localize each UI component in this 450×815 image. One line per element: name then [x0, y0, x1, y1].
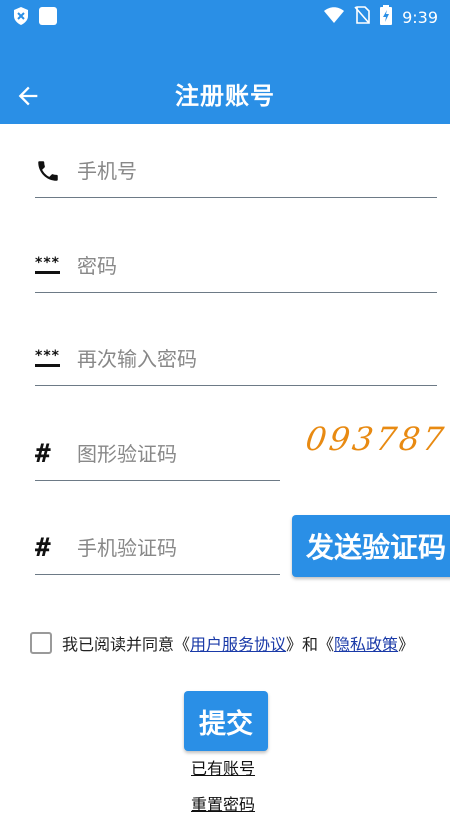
page-title: 注册账号	[175, 82, 275, 110]
confirm-password-input[interactable]	[75, 346, 379, 372]
phone-field	[35, 145, 437, 198]
hash-icon: #	[35, 533, 51, 563]
agreement-row: 我已阅读并同意《 用户服务协议 》和《 隐私政策 》	[30, 631, 414, 655]
agreement-prefix: 我已阅读并同意《	[62, 635, 191, 654]
password-icon: ***	[35, 345, 67, 373]
sms-code-field: #	[35, 522, 280, 575]
privacy-link[interactable]: 隐私政策	[334, 631, 398, 655]
shield-x-icon	[12, 6, 30, 30]
agreement-suffix: 》	[398, 635, 415, 654]
phone-input[interactable]	[75, 158, 379, 184]
phone-icon	[35, 157, 67, 185]
square-icon	[38, 6, 58, 30]
reset-password-link[interactable]: 重置密码	[191, 791, 255, 815]
status-bar: 9:39	[0, 0, 450, 32]
captcha-image[interactable]: 093787	[302, 414, 449, 464]
image-code-field: #	[35, 428, 280, 481]
password-icon: ***	[35, 252, 67, 280]
no-sim-icon	[354, 6, 370, 28]
confirm-password-field: ***	[35, 333, 437, 386]
submit-button[interactable]: 提交	[184, 691, 268, 751]
terms-link[interactable]: 用户服务协议	[190, 631, 286, 655]
agreement-middle: 》和《	[286, 635, 335, 654]
battery-charging-icon	[380, 5, 393, 29]
password-input[interactable]	[75, 253, 379, 279]
send-code-button[interactable]: 发送验证码	[292, 515, 450, 577]
app-bar: 注册账号	[0, 32, 450, 124]
password-field: ***	[35, 240, 437, 293]
wifi-icon	[324, 7, 345, 27]
sms-code-input[interactable]	[75, 535, 269, 561]
have-account-link[interactable]: 已有账号	[191, 755, 255, 779]
agree-checkbox[interactable]	[30, 632, 52, 654]
status-time: 9:39	[402, 7, 438, 27]
image-code-input[interactable]	[75, 441, 269, 467]
hash-icon: #	[35, 439, 51, 469]
